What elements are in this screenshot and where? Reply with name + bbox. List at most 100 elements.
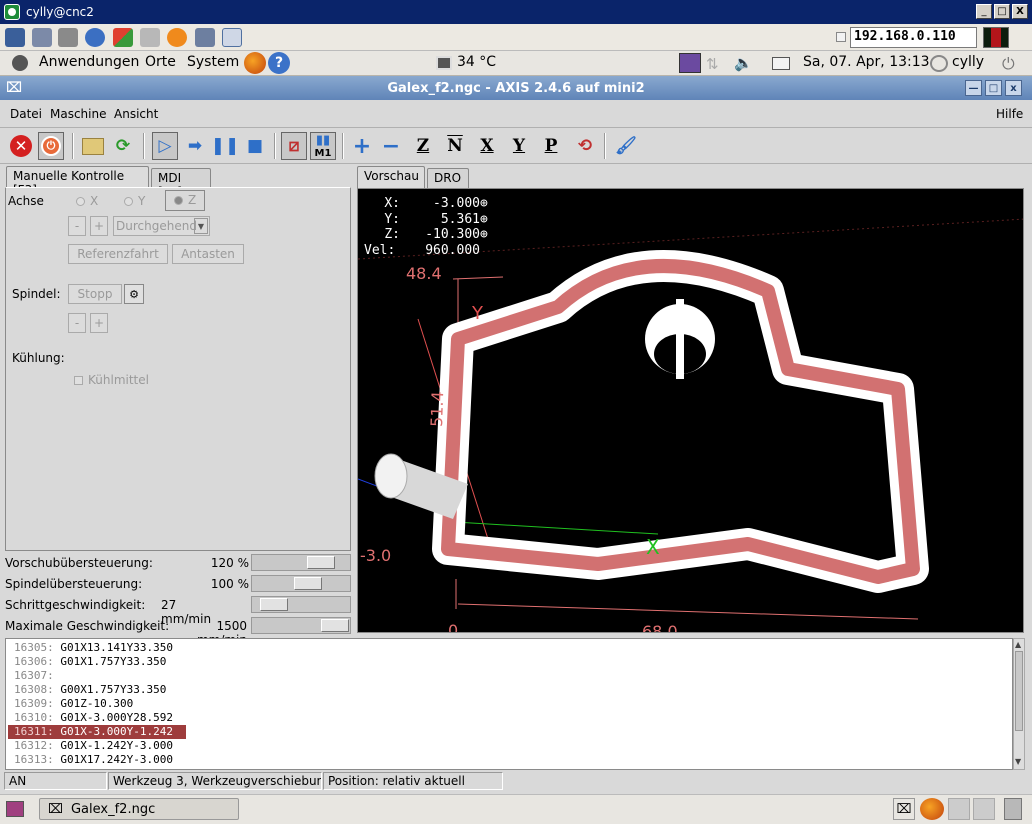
open-file-icon[interactable] <box>80 132 106 160</box>
trash-icon[interactable] <box>1004 798 1022 820</box>
view-y-button[interactable]: Y <box>506 132 532 160</box>
axis-z-radio[interactable]: Z <box>165 190 206 211</box>
scroll-down-icon[interactable]: ▼ <box>1015 757 1023 767</box>
workspace-empty-2[interactable] <box>973 798 995 820</box>
reload-icon[interactable]: ⟳ <box>110 132 136 160</box>
optional-stop-button[interactable]: ▮▮ M1 <box>310 132 336 160</box>
gcode-line[interactable]: 16306: G01X1.757Y33.350 <box>8 655 186 669</box>
jog-minus-button[interactable]: - <box>68 216 86 236</box>
coolant-checkbox[interactable]: Kühlmittel <box>74 373 149 387</box>
outer-close-button[interactable]: X <box>1012 4 1028 19</box>
menu-help[interactable]: Hilfe <box>996 107 1023 121</box>
gcode-scrollbar[interactable]: ▲ ▼ <box>1013 638 1025 770</box>
slider-thumb[interactable] <box>294 577 322 590</box>
workspace-axis-icon[interactable]: ⌧ <box>893 798 915 820</box>
zoom-in-icon[interactable]: + <box>349 132 375 160</box>
drive-icon[interactable] <box>140 28 160 47</box>
tab-dro[interactable]: DRO <box>427 168 469 188</box>
zoom-out-icon[interactable]: − <box>378 132 404 160</box>
scroll-up-icon[interactable]: ▲ <box>1015 640 1023 650</box>
fullscreen-icon[interactable] <box>222 28 242 47</box>
spindle-stop-button[interactable]: Stopp <box>68 284 122 304</box>
tools-icon[interactable] <box>58 28 78 47</box>
axis-y-radio[interactable]: Y <box>124 194 145 208</box>
axis-minimize-button[interactable]: — <box>965 80 982 96</box>
gcode-listing[interactable]: 16305: G01X13.141Y33.350 16306: G01X1.75… <box>5 638 1013 770</box>
max-velocity-slider[interactable] <box>251 617 351 634</box>
gcode-line[interactable]: 16313: G01X17.242Y-3.000 <box>8 753 186 767</box>
menu-view[interactable]: Ansicht <box>114 107 158 121</box>
menu-machine[interactable]: Maschine <box>50 107 106 121</box>
ip-address-field[interactable]: 192.168.0.110 <box>850 27 977 48</box>
axis-maximize-button[interactable]: □ <box>985 80 1002 96</box>
mail-icon[interactable] <box>772 57 790 70</box>
windows-icon[interactable] <box>32 28 52 47</box>
workspace-empty-1[interactable] <box>948 798 970 820</box>
machine-power-button[interactable]: ⏻ <box>38 132 64 160</box>
gcode-line[interactable]: 16307: <box>8 669 186 683</box>
view-x-button[interactable]: X <box>474 132 500 160</box>
toolpath-preview[interactable]: 48.4 51.4 -3.0 68.0 0 Y X X: -3.000⊕ Y: 5.… <box>357 188 1024 633</box>
gcode-line-current[interactable]: 16311: G01X-3.000Y-1.242 <box>8 725 186 739</box>
outer-maximize-button[interactable]: □ <box>994 4 1010 19</box>
gcode-line[interactable]: 16312: G01X-1.242Y-3.000 <box>8 739 186 753</box>
home-button[interactable]: Referenzfahrt <box>68 244 168 264</box>
touch-off-button[interactable]: Antasten <box>172 244 244 264</box>
workspace-firefox-icon[interactable] <box>920 798 944 820</box>
gcode-line[interactable]: 16310: G01X-3.000Y28.592 <box>8 711 186 725</box>
block-delete-icon[interactable]: ⧄ <box>281 132 307 160</box>
jog-speed-slider[interactable] <box>251 596 351 613</box>
firefox-icon[interactable] <box>244 52 266 74</box>
spindle-toggle-icon[interactable]: ⚙ <box>124 284 144 304</box>
rotate-view-icon[interactable]: ⟲ <box>572 132 598 160</box>
system-monitor-icon[interactable] <box>5 28 25 47</box>
view-z-button[interactable]: Z <box>410 132 436 160</box>
applications-menu[interactable]: Anwendungen <box>39 54 139 70</box>
gcode-line[interactable]: 16308: G00X1.757Y33.350 <box>8 683 186 697</box>
axis-close-button[interactable]: x <box>1005 80 1022 96</box>
gcode-line[interactable]: 16309: G01Z-10.300 <box>8 697 186 711</box>
ip-checkbox[interactable] <box>836 32 846 42</box>
run-icon[interactable]: ▷ <box>152 132 178 160</box>
scroll-thumb[interactable] <box>1015 651 1023 731</box>
slider-thumb[interactable] <box>307 556 335 569</box>
axis-x-radio[interactable]: X <box>76 194 98 208</box>
spindle-plus-button[interactable]: + <box>90 313 108 333</box>
outer-minimize-button[interactable]: _ <box>976 4 992 19</box>
windows-logo-icon[interactable] <box>113 28 133 47</box>
tab-manual-control[interactable]: Manuelle Kontrolle [F3] <box>6 166 149 197</box>
menu-file[interactable]: Datei <box>10 107 42 121</box>
pause-icon[interactable]: ❚❚ <box>211 132 240 160</box>
feed-override-slider[interactable] <box>251 554 351 571</box>
power-icon[interactable]: ⏻ <box>1002 54 1015 74</box>
refresh-icon[interactable] <box>85 28 105 47</box>
spindle-minus-button[interactable]: - <box>68 313 86 333</box>
view-z2-icon[interactable]: N <box>442 132 468 160</box>
alert-icon[interactable] <box>167 28 187 47</box>
clear-plot-icon[interactable]: 🖌 <box>613 132 639 160</box>
slider-thumb[interactable] <box>321 619 349 632</box>
network-arrows-icon[interactable]: ⇅ <box>706 55 724 73</box>
gnome-foot-icon[interactable] <box>12 55 28 71</box>
display-icon[interactable] <box>679 53 701 73</box>
stop-icon[interactable]: ■ <box>242 132 268 160</box>
places-menu[interactable]: Orte <box>145 54 176 70</box>
spindle-override-slider[interactable] <box>251 575 351 592</box>
jog-plus-button[interactable]: + <box>90 216 108 236</box>
volume-icon[interactable]: 🔈 <box>734 54 754 72</box>
tab-mdi[interactable]: MDI [F5] <box>151 168 211 199</box>
step-icon[interactable]: ➡ <box>182 132 208 160</box>
tab-preview[interactable]: Vorschau <box>357 166 425 188</box>
user-name[interactable]: cylly <box>952 54 984 70</box>
outer-window-titlebar[interactable]: cylly@cnc2 _ □ X <box>0 0 1032 24</box>
show-desktop-icon[interactable] <box>6 801 24 817</box>
network-icon[interactable] <box>195 28 215 47</box>
view-p-button[interactable]: P <box>538 132 564 160</box>
jog-mode-select[interactable]: Durchgehend ▼ <box>113 216 210 236</box>
help-icon[interactable]: ? <box>268 52 290 74</box>
gcode-line[interactable]: 16305: G01X13.141Y33.350 <box>8 641 186 655</box>
system-menu[interactable]: System <box>187 54 239 70</box>
clock[interactable]: Sa, 07. Apr, 13:13 <box>803 54 930 70</box>
estop-button[interactable]: ✕ <box>8 132 34 160</box>
axis-window-titlebar[interactable]: ⌧ Galex_f2.ngc - AXIS 2.4.6 auf mini2 — … <box>0 76 1032 100</box>
